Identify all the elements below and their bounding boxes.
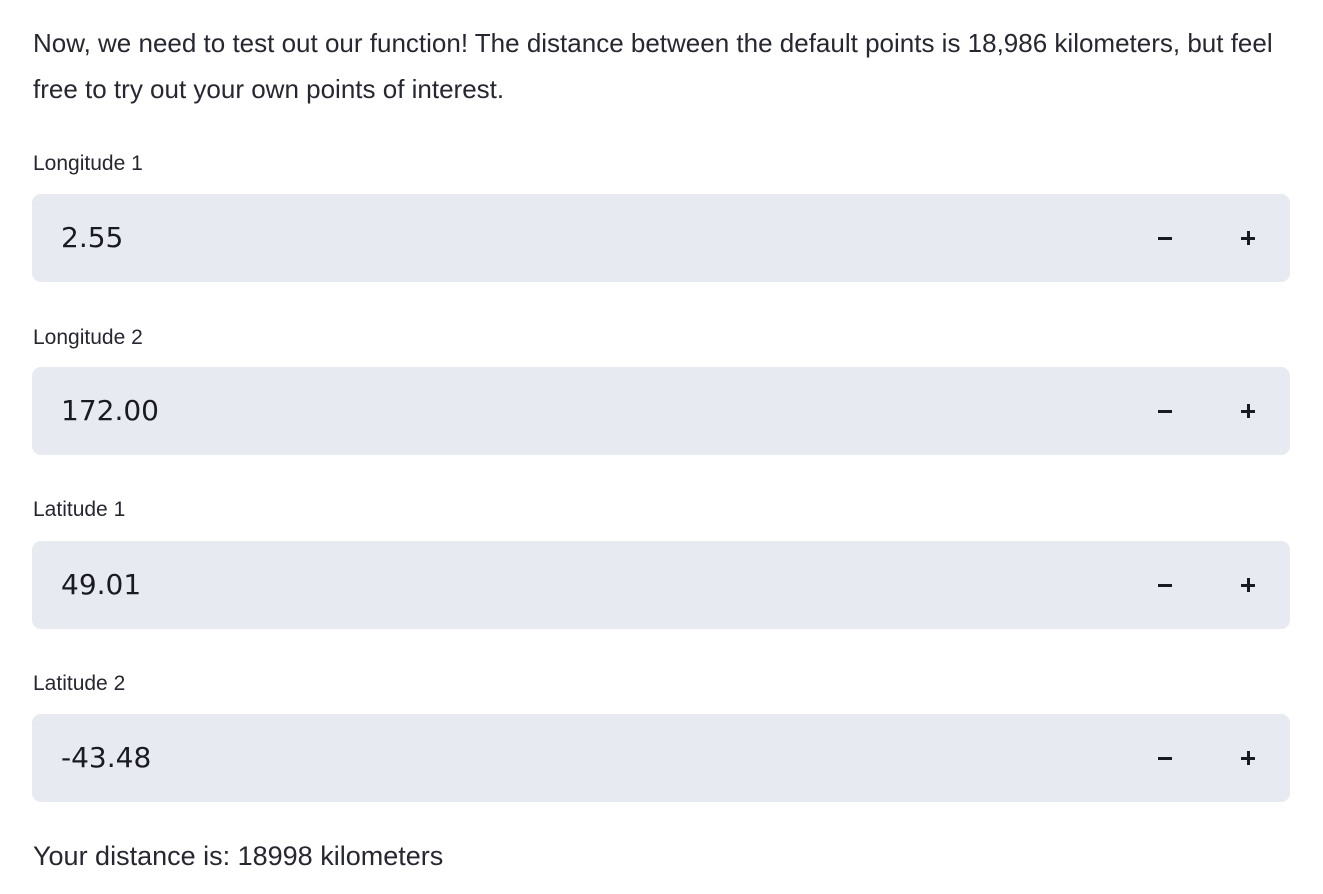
longitude-2-label: Longitude 2	[33, 326, 143, 349]
latitude-2-input[interactable]: -43.48	[32, 714, 1290, 802]
minus-icon	[1158, 409, 1172, 413]
longitude-1-label: Longitude 1	[33, 152, 143, 175]
latitude-2-value[interactable]: -43.48	[61, 714, 151, 802]
longitude-1-value[interactable]: 2.55	[61, 194, 123, 282]
longitude-2-input[interactable]: 172.00	[32, 367, 1290, 455]
minus-icon	[1158, 756, 1172, 760]
minus-icon	[1158, 583, 1172, 587]
longitude-1-increment-button[interactable]	[1218, 194, 1278, 282]
plus-icon	[1241, 404, 1255, 418]
latitude-2-increment-button[interactable]	[1218, 714, 1278, 802]
longitude-1-input[interactable]: 2.55	[32, 194, 1290, 282]
longitude-2-increment-button[interactable]	[1218, 367, 1278, 455]
minus-icon	[1158, 236, 1172, 240]
latitude-2-decrement-button[interactable]	[1135, 714, 1195, 802]
latitude-1-label: Latitude 1	[33, 498, 126, 521]
latitude-1-value[interactable]: 49.01	[61, 541, 141, 629]
distance-result: Your distance is: 18998 kilometers	[33, 841, 444, 871]
plus-icon	[1241, 231, 1255, 245]
plus-icon	[1241, 751, 1255, 765]
plus-icon	[1241, 578, 1255, 592]
latitude-1-increment-button[interactable]	[1218, 541, 1278, 629]
latitude-1-input[interactable]: 49.01	[32, 541, 1290, 629]
intro-paragraph: Now, we need to test out our function! T…	[33, 28, 1273, 104]
longitude-1-decrement-button[interactable]	[1135, 194, 1195, 282]
latitude-2-label: Latitude 2	[33, 672, 126, 695]
longitude-2-decrement-button[interactable]	[1135, 367, 1195, 455]
latitude-1-decrement-button[interactable]	[1135, 541, 1195, 629]
longitude-2-value[interactable]: 172.00	[61, 367, 159, 455]
